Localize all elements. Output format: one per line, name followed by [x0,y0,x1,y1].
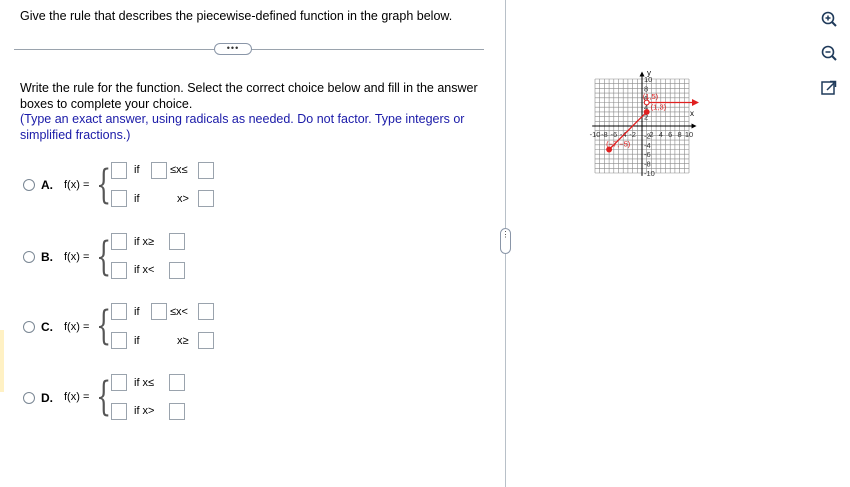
choice-a-row1-value-box[interactable] [111,162,127,179]
point-label: (−7,−5) [606,140,631,149]
choice-c-radio[interactable] [23,321,35,333]
y-tick-label: -4 [644,141,651,150]
choice-a-row1-upper-box[interactable] [198,162,214,179]
x-tick-label: 10 [685,130,693,139]
choice-b-row2-condition: if x< [134,264,155,276]
selection-accent [0,330,4,392]
choice-c-brace: { [96,303,112,349]
choice-b-row2-bound-box[interactable] [169,262,185,279]
choice-c-row1-value-box[interactable] [111,303,127,320]
x-tick-label: -8 [601,130,608,139]
choice-d-row1-value-box[interactable] [111,374,127,391]
x-tick-label: 8 [678,130,682,139]
choice-c-row2-relation: x≥ [177,335,189,347]
x-tick-label: -10 [590,130,601,139]
choice-d-row1-condition: if x≤ [134,377,155,389]
x-tick-label: -2 [629,130,636,139]
choice-b-row2-value-box[interactable] [111,262,127,279]
choice-c-fx: f(x) = [64,321,90,333]
choice-a-row1-lower-box[interactable] [151,162,167,179]
choice-a-radio[interactable] [23,179,35,191]
x-tick-label: 4 [659,130,663,139]
choice-d-row1-bound-box[interactable] [169,374,185,391]
choice-c-row2-bound-box[interactable] [198,332,214,349]
choice-d-brace: { [96,374,112,420]
choice-c-row2-if: if [134,335,140,347]
y-tick-label: 10 [644,75,652,84]
choice-b-radio[interactable] [23,251,35,263]
choice-a-row2-if: if [134,193,140,205]
choice-d-row2-bound-box[interactable] [169,403,185,420]
x-axis-label: x [690,109,694,118]
choice-b-letter: B. [41,250,53,264]
choice-a-letter: A. [41,178,53,192]
choice-b-row1-value-box[interactable] [111,233,127,250]
zoom-in-icon[interactable] [820,10,838,28]
choice-a-row2-bound-box[interactable] [198,190,214,207]
choice-a-brace: { [96,162,112,208]
choice-a-row1-if: if [134,164,140,176]
y-tick-label: -8 [644,160,651,169]
choice-c-row1-upper-box[interactable] [198,303,214,320]
choice-c-letter: C. [41,320,53,334]
choice-c-row2-value-box[interactable] [111,332,127,349]
choice-a-row2-relation: x> [177,193,189,205]
choice-b-brace: { [96,234,112,280]
zoom-out-icon[interactable] [820,44,838,62]
instructions-line: Write the rule for the function. Select … [20,81,478,111]
instructions-note: (Type an exact answer, using radicals as… [20,112,465,142]
choice-c-row1-lower-box[interactable] [151,303,167,320]
popout-icon[interactable] [820,79,838,97]
choice-a-fx: f(x) = [64,179,90,191]
choice-b-row1-condition: if x≥ [134,236,155,248]
piecewise-graph: xy -10-8-6-4-2246810108642-2-4-6-8-10 (1… [590,68,699,178]
choice-d-row2-condition: if x> [134,405,155,417]
choice-d-letter: D. [41,391,53,405]
ray-arrowhead [692,99,699,106]
choice-d-row2-value-box[interactable] [111,403,127,420]
y-tick-label: -2 [644,131,651,140]
choice-a-row2-value-box[interactable] [111,190,127,207]
instructions: Write the rule for the function. Select … [20,81,480,143]
filled-point [643,108,650,115]
x-tick-label: -6 [610,130,617,139]
choice-b-fx: f(x) = [64,251,90,263]
choice-b-row1-bound-box[interactable] [169,233,185,250]
x-axis-arrow [691,123,697,129]
choice-d-fx: f(x) = [64,391,90,403]
x-tick-label: 6 [668,130,672,139]
panel-resize-handle[interactable]: ⋮ [500,228,511,254]
question-text: Give the rule that describes the piecewi… [20,9,453,23]
more-button[interactable]: ••• [214,43,252,55]
choice-d-radio[interactable] [23,392,35,404]
point-label: (1,5) [643,92,659,101]
choice-c-row1-relation: ≤x< [170,306,188,318]
y-tick-label: -10 [644,169,655,178]
choice-c-row1-if: if [134,306,140,318]
y-tick-label: -6 [644,150,651,159]
choice-a-row1-relation: ≤x≤ [170,164,188,176]
point-label: (1,3) [651,102,667,111]
